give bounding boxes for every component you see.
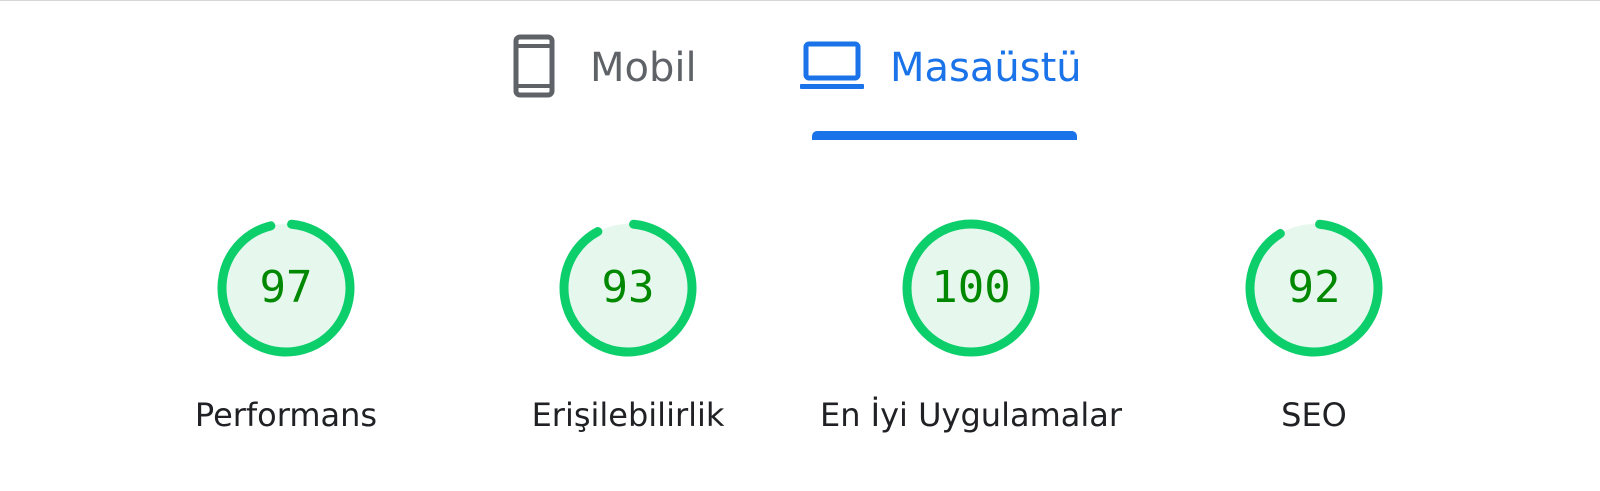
- score-accessibility[interactable]: 93 Erişilebilirlik: [458, 218, 798, 434]
- score-gauge: 100: [901, 218, 1041, 358]
- score-best-practices[interactable]: 100 En İyi Uygulamalar: [801, 218, 1141, 434]
- device-tabs: Mobil Masaüstü: [0, 0, 1600, 140]
- tab-desktop[interactable]: Masaüstü: [800, 0, 1090, 140]
- laptop-icon: [800, 40, 864, 97]
- score-value: 100: [931, 262, 1011, 313]
- score-gauges: 97 Performans 93 Erişilebilirlik 100 En …: [0, 218, 1600, 478]
- score-label: Erişilebilirlik: [531, 396, 725, 434]
- score-value: 93: [601, 262, 655, 313]
- score-performance[interactable]: 97 Performans: [116, 218, 456, 434]
- active-tab-indicator: [812, 131, 1077, 140]
- score-gauge: 92: [1244, 218, 1384, 358]
- tab-mobile-label: Mobil: [590, 45, 697, 91]
- smartphone-icon: [512, 34, 556, 103]
- score-gauge: 93: [558, 218, 698, 358]
- score-value: 97: [259, 262, 313, 313]
- tab-desktop-label: Masaüstü: [890, 45, 1082, 91]
- tab-mobile[interactable]: Mobil: [512, 0, 722, 140]
- score-gauge: 97: [216, 218, 356, 358]
- score-label: SEO: [1281, 396, 1347, 434]
- score-label: Performans: [194, 396, 378, 434]
- score-seo[interactable]: 92 SEO: [1144, 218, 1484, 434]
- score-label: En İyi Uygulamalar: [820, 396, 1122, 434]
- score-value: 92: [1287, 262, 1341, 313]
